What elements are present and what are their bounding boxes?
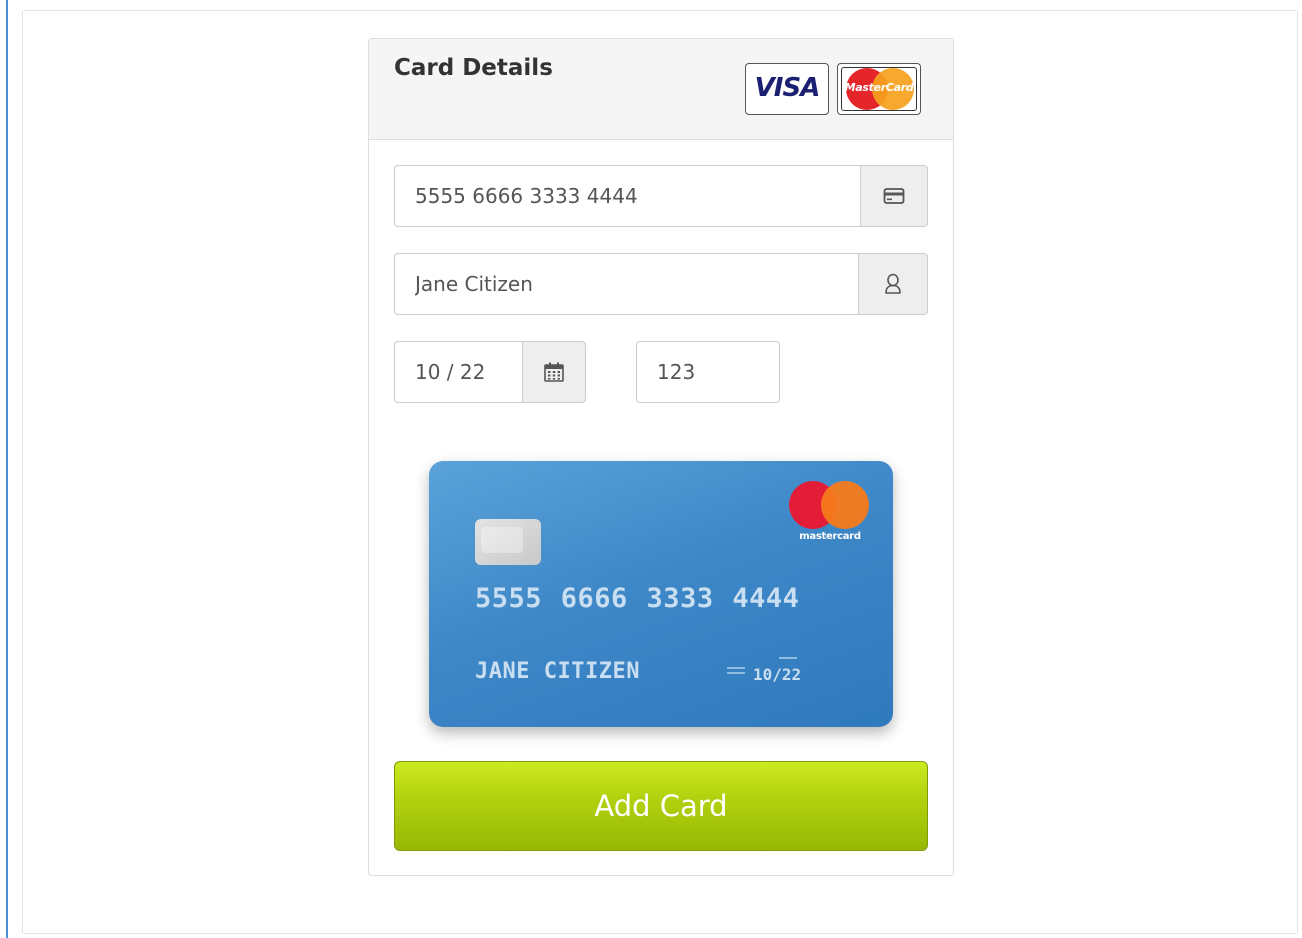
- card-number-group: [394, 165, 928, 227]
- expiry-group: [394, 341, 586, 403]
- panel-title: Card Details: [394, 55, 553, 81]
- credit-card-preview: mastercard 5555 6666 3333 4444 JANE CITI…: [429, 461, 893, 727]
- mastercard-logo: MasterCard: [837, 63, 921, 115]
- card-number-addon: [860, 165, 928, 227]
- mastercard-icon: mastercard: [789, 481, 871, 547]
- cvc-group: [636, 341, 780, 403]
- card-preview-name: JANE CITIZEN: [475, 659, 640, 684]
- chip-icon: [475, 519, 541, 565]
- mastercard-logo-text: MasterCard: [844, 81, 914, 94]
- expiry-input[interactable]: [394, 341, 523, 403]
- visa-logo: VISA: [745, 63, 829, 115]
- expiry-addon: [522, 341, 586, 403]
- cardholder-name-addon: [858, 253, 928, 315]
- panel-header: Card Details VISA MasterCard: [369, 39, 953, 140]
- cardholder-name-group: [394, 253, 928, 315]
- card-number-input[interactable]: [394, 165, 861, 227]
- cardholder-name-input[interactable]: [394, 253, 859, 315]
- card-details-panel: Card Details VISA MasterCard 5555 6666 3…: [368, 38, 954, 876]
- card-preview-expiry: 10/22: [753, 665, 802, 684]
- card-brand-text: mastercard: [799, 531, 861, 542]
- card-preview-number: 5555 6666 3333 4444: [475, 583, 800, 614]
- cvc-input[interactable]: [636, 341, 780, 403]
- user-icon: [885, 273, 901, 294]
- visa-logo-text: VISA: [754, 73, 821, 103]
- calendar-icon: [544, 362, 564, 382]
- credit-card-icon: [883, 188, 905, 204]
- valid-thru-mark: [727, 667, 745, 679]
- expiry-caption-mark: [779, 657, 797, 659]
- page-left-accent-line: [6, 0, 8, 938]
- add-card-button[interactable]: Add Card: [394, 761, 928, 851]
